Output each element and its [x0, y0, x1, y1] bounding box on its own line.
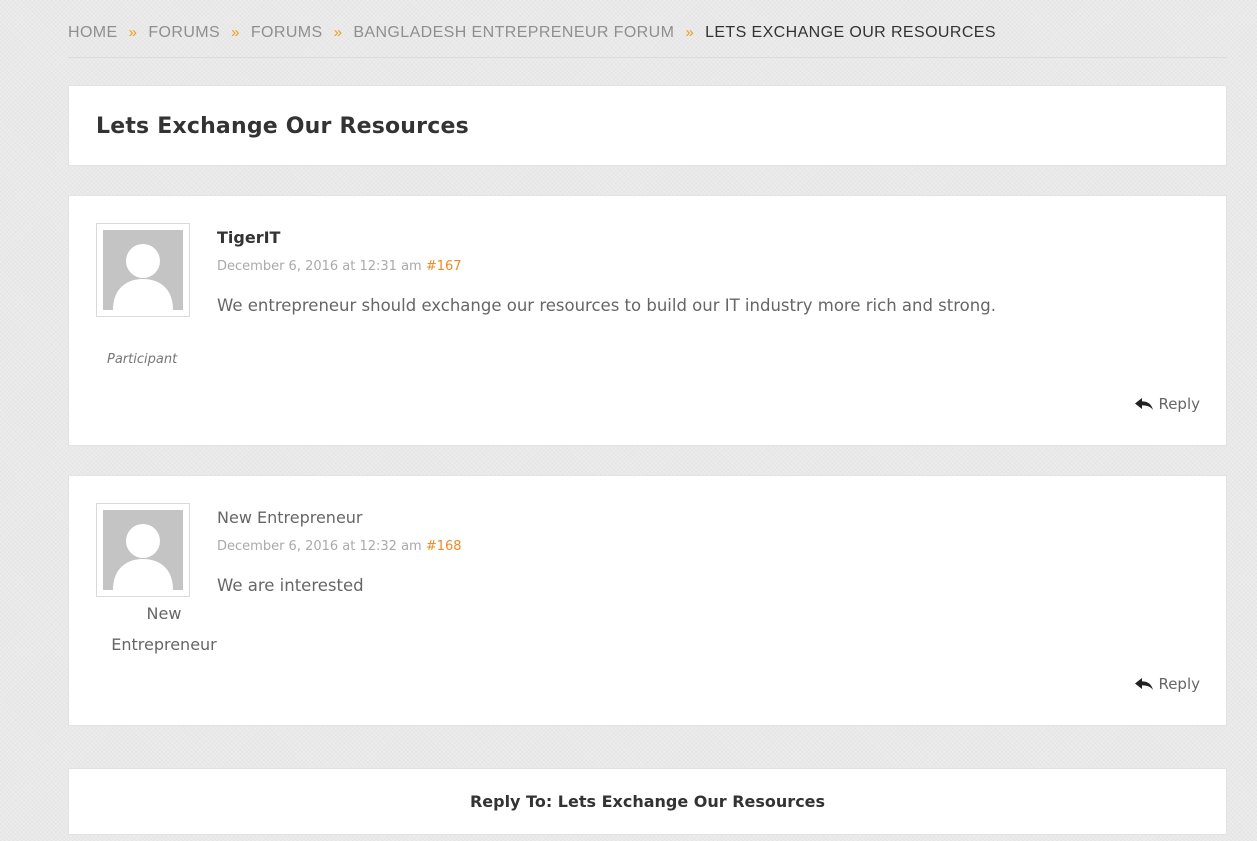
double-chevron-right-icon: »	[685, 24, 695, 41]
double-chevron-right-icon: »	[128, 24, 138, 41]
reply-button[interactable]: Reply	[1135, 395, 1200, 413]
reply-arrow-icon	[1135, 398, 1154, 410]
reply-button[interactable]: Reply	[1135, 675, 1200, 693]
breadcrumb-home-link[interactable]: HOME	[68, 24, 118, 42]
author-name-under-avatar: New Entrepreneur	[89, 598, 239, 660]
post-content: We are interested	[217, 576, 364, 595]
page-title: Lets Exchange Our Resources	[96, 114, 469, 139]
post-permalink[interactable]: #167	[426, 259, 462, 274]
breadcrumb-forum-link[interactable]: BANGLADESH ENTREPRENEUR FORUM	[353, 24, 674, 42]
post-content: We entrepreneur should exchange our reso…	[217, 296, 996, 315]
author-name: New Entrepreneur	[217, 508, 363, 527]
author-role: Participant	[107, 352, 178, 367]
author-name-line: Entrepreneur	[111, 635, 217, 654]
breadcrumb-current: LETS EXCHANGE OUR RESOURCES	[705, 24, 996, 41]
breadcrumb-forums-link[interactable]: FORUMS	[148, 24, 220, 42]
author-name-line: New	[146, 604, 182, 623]
default-avatar-icon[interactable]	[96, 503, 190, 597]
double-chevron-right-icon: »	[231, 24, 240, 41]
reply-label: Reply	[1158, 675, 1200, 693]
reply-post: New Entrepreneur New Entrepreneur Decemb…	[68, 475, 1227, 726]
reply-label: Reply	[1158, 395, 1200, 413]
post-date: December 6, 2016 at 12:31 am	[217, 259, 422, 274]
post-meta: December 6, 2016 at 12:32 am #168	[217, 539, 462, 554]
breadcrumb: HOME » FORUMS » FORUMS » BANGLADESH ENTREPRENE…	[68, 24, 1227, 58]
topic-title-card: Lets Exchange Our Resources	[68, 85, 1227, 166]
reply-arrow-icon	[1135, 678, 1154, 690]
reply-post: Participant TigerIT December 6, 2016 at …	[68, 195, 1227, 446]
breadcrumb-forums-link-2[interactable]: FORUMS	[251, 24, 323, 42]
default-avatar-icon[interactable]	[96, 223, 190, 317]
post-permalink[interactable]: #168	[426, 539, 462, 554]
post-meta: December 6, 2016 at 12:31 am #167	[217, 259, 462, 274]
author-name-link[interactable]: TigerIT	[217, 228, 280, 247]
double-chevron-right-icon: »	[333, 24, 343, 41]
reply-form-title: Reply To: Lets Exchange Our Resources	[469, 792, 826, 811]
reply-form: Reply To: Lets Exchange Our Resources	[68, 768, 1227, 835]
post-date: December 6, 2016 at 12:32 am	[217, 539, 422, 554]
